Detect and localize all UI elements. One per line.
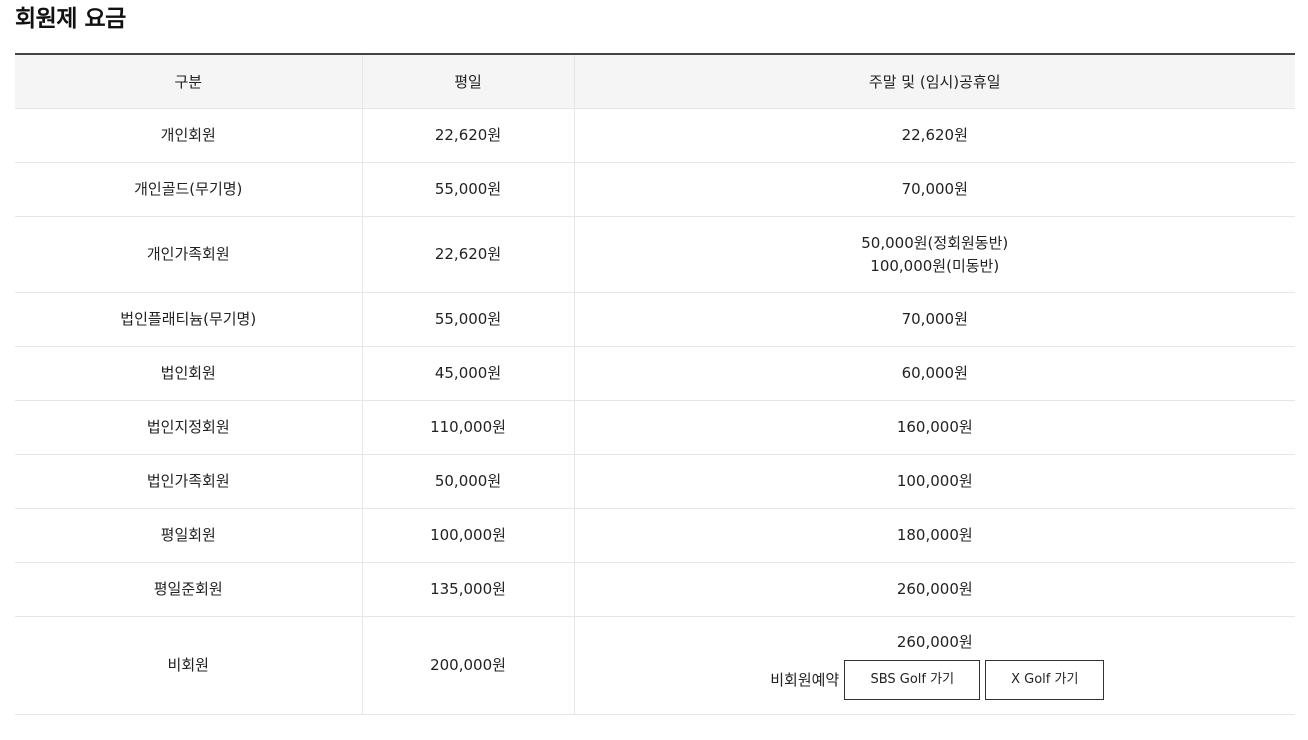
weekend-fee-cell: 100,000원 (573, 454, 1295, 509)
weekday-fee-cell: 50,000원 (361, 454, 574, 509)
table-row: 법인가족회원 50,000원 100,000원 (15, 454, 1295, 509)
weekend-fee-cell: 70,000원 (573, 292, 1295, 347)
weekend-fee-cell: 22,620원 (573, 108, 1295, 163)
category-cell: 법인플래티늄(무기명) (15, 292, 362, 347)
sbs-golf-button[interactable]: SBS Golf 가기 (844, 660, 981, 700)
category-cell: 평일준회원 (15, 562, 362, 617)
category-cell: 법인회원 (15, 346, 362, 401)
table-row-nonmember: 비회원 200,000원 260,000원 비회원예약 SBS Golf 가기 … (15, 616, 1296, 715)
table-row: 평일준회원 135,000원 260,000원 (15, 562, 1295, 617)
header-category: 구분 (15, 54, 362, 109)
weekday-fee-cell: 100,000원 (361, 508, 574, 563)
category-cell: 법인가족회원 (15, 454, 362, 509)
page-title: 회원제 요금 (15, 6, 126, 32)
table-row: 법인지정회원 110,000원 160,000원 (15, 400, 1295, 455)
x-golf-button[interactable]: X Golf 가기 (985, 660, 1105, 700)
nonmember-reservation: 비회원예약 SBS Golf 가기 X Golf 가기 (575, 660, 1296, 700)
weekday-fee-cell: 55,000원 (361, 292, 574, 347)
header-weekend-holiday: 주말 및 (임시)공휴일 (573, 54, 1295, 109)
weekend-fee-cell: 260,000원 (573, 562, 1295, 617)
nonmember-reservation-label: 비회원예약 (770, 670, 840, 689)
weekend-fee-without-member: 100,000원(미동반) (870, 256, 1000, 275)
weekend-fee-cell: 160,000원 (573, 400, 1295, 455)
table-row: 법인플래티늄(무기명) 55,000원 70,000원 (15, 292, 1295, 347)
weekend-fee-cell: 260,000원 비회원예약 SBS Golf 가기 X Golf 가기 (573, 616, 1296, 715)
weekday-fee-cell: 55,000원 (361, 162, 574, 217)
table-row: 개인골드(무기명) 55,000원 70,000원 (15, 162, 1295, 217)
category-cell: 개인회원 (15, 108, 362, 163)
header-weekday: 평일 (361, 54, 574, 109)
weekday-fee-cell: 45,000원 (361, 346, 574, 401)
table-row: 개인가족회원 22,620원 50,000원(정회원동반) 100,000원(미… (15, 216, 1295, 293)
membership-fee-table: 구분 평일 주말 및 (임시)공휴일 개인회원 22,620원 22,620원 … (15, 53, 1295, 715)
category-cell: 비회원 (15, 616, 362, 715)
weekday-fee-cell: 135,000원 (361, 562, 574, 617)
weekend-fee-cell: 60,000원 (573, 346, 1295, 401)
weekend-fee-cell: 70,000원 (573, 162, 1295, 217)
weekday-fee-cell: 110,000원 (361, 400, 574, 455)
category-cell: 개인골드(무기명) (15, 162, 362, 217)
table-row: 평일회원 100,000원 180,000원 (15, 508, 1295, 563)
table-header-row: 구분 평일 주말 및 (임시)공휴일 (15, 54, 1295, 109)
nonmember-weekend-fee: 260,000원 (896, 633, 973, 651)
table-row: 개인회원 22,620원 22,620원 (15, 108, 1295, 163)
weekday-fee-cell: 22,620원 (361, 216, 574, 293)
table-row: 법인회원 45,000원 60,000원 (15, 346, 1295, 401)
category-cell: 개인가족회원 (15, 216, 362, 293)
weekend-fee-cell: 50,000원(정회원동반) 100,000원(미동반) (573, 216, 1295, 293)
category-cell: 평일회원 (15, 508, 362, 563)
weekday-fee-cell: 200,000원 (361, 616, 574, 715)
weekend-fee-with-member: 50,000원(정회원동반) (861, 233, 1009, 252)
weekend-fee-cell: 180,000원 (573, 508, 1295, 563)
weekday-fee-cell: 22,620원 (361, 108, 574, 163)
category-cell: 법인지정회원 (15, 400, 362, 455)
